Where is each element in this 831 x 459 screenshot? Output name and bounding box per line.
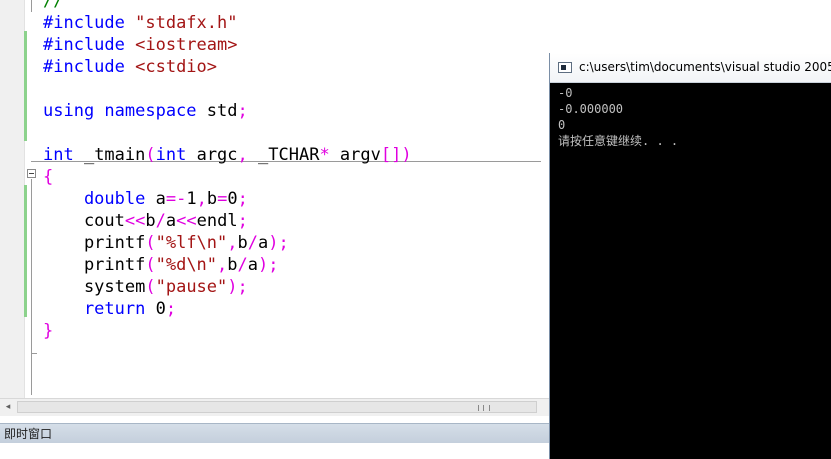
- code-token: b: [237, 233, 248, 253]
- code-token: a: [145, 189, 166, 209]
- code-token: b: [145, 211, 156, 231]
- code-line-comment[interactable]: //: [43, 0, 63, 12]
- code-token: ;: [237, 189, 248, 209]
- code-token: (: [145, 145, 156, 165]
- code-token: b: [206, 189, 218, 209]
- code-token: ;: [237, 101, 248, 121]
- code-token: /: [237, 255, 248, 275]
- code-token: #include: [43, 57, 136, 77]
- immediate-window-header[interactable]: 即时窗口: [0, 423, 551, 443]
- code-token: ,: [196, 189, 207, 209]
- code-line-printf-lf[interactable]: printf("%lf\n",b/a);: [43, 232, 289, 254]
- code-token: {: [43, 167, 54, 187]
- code-token: _tmain: [73, 145, 146, 165]
- console-line: -0: [558, 86, 573, 100]
- code-token: 1: [186, 189, 197, 209]
- console-line: 请按任意键继续. . .: [558, 134, 679, 148]
- code-token: argv: [329, 145, 381, 165]
- scroll-grip-icon[interactable]: [478, 405, 490, 411]
- code-token: ;: [237, 211, 248, 231]
- code-token: printf: [43, 233, 146, 253]
- code-token: ,: [217, 255, 228, 275]
- code-token: =-: [165, 189, 187, 209]
- code-token: int: [155, 145, 187, 165]
- outline-line: [31, 179, 32, 395]
- code-token: argc: [186, 145, 238, 165]
- code-token: #include: [43, 35, 136, 55]
- code-token: =: [217, 189, 228, 209]
- outline-tick: [31, 353, 37, 354]
- code-line-printf-d[interactable]: printf("%d\n",b/a);: [43, 254, 279, 276]
- code-token: *: [319, 145, 330, 165]
- console-window[interactable]: c:\users\tim\documents\visual studio 200…: [549, 53, 831, 459]
- code-token: #include: [43, 13, 136, 33]
- editor-gutter: [0, 0, 25, 398]
- code-token: "%d\n": [155, 255, 218, 275]
- code-token: int: [43, 145, 74, 165]
- code-token: ,: [237, 145, 248, 165]
- code-token: 0: [145, 299, 166, 319]
- code-token: a: [258, 233, 269, 253]
- code-token: double: [43, 189, 146, 209]
- console-line: -0.000000: [558, 102, 624, 116]
- code-token: (: [145, 255, 156, 275]
- code-token: /: [155, 211, 166, 231]
- code-token: a: [247, 255, 259, 275]
- code-token: using namespace: [43, 101, 207, 121]
- console-app-icon: [558, 62, 572, 73]
- code-token: "%lf\n": [155, 233, 228, 253]
- code-token: ;: [165, 299, 177, 319]
- code-token: []): [380, 145, 412, 165]
- code-token: "stdafx.h": [135, 13, 238, 33]
- code-token: return: [43, 299, 146, 319]
- code-token: <<: [176, 211, 197, 231]
- code-token: <iostream>: [135, 35, 238, 55]
- code-token: );: [258, 255, 279, 275]
- code-token: std: [206, 101, 238, 121]
- code-line-main-signature[interactable]: int _tmain(int argc, _TCHAR* argv[]): [43, 144, 412, 166]
- change-marker: [24, 185, 27, 317]
- code-line-include-stdafx[interactable]: #include "stdafx.h": [43, 12, 237, 34]
- change-marker: [24, 31, 27, 141]
- code-token: <cstdio>: [135, 57, 218, 77]
- horizontal-scrollbar[interactable]: ◂: [0, 398, 551, 416]
- scroll-track[interactable]: [17, 401, 537, 413]
- code-token: cout: [43, 211, 125, 231]
- code-token: );: [268, 233, 289, 253]
- code-line-include-cstdio[interactable]: #include <cstdio>: [43, 56, 217, 78]
- console-titlebar[interactable]: c:\users\tim\documents\visual studio 200…: [550, 53, 831, 83]
- console-line: 0: [558, 118, 566, 132]
- code-line-using-namespace[interactable]: using namespace std;: [43, 100, 248, 122]
- code-token: //: [43, 0, 64, 11]
- code-token: }: [43, 321, 54, 341]
- code-token: printf: [43, 255, 146, 275]
- code-token: (: [145, 277, 156, 297]
- code-token: (: [145, 233, 156, 253]
- code-line-open-brace[interactable]: {: [43, 166, 53, 188]
- collapse-toggle-icon[interactable]: [27, 169, 36, 178]
- code-line-close-brace[interactable]: }: [43, 320, 53, 342]
- code-line-system-pause[interactable]: system("pause");: [43, 276, 248, 298]
- immediate-window-body[interactable]: [0, 443, 551, 459]
- code-token: endl: [196, 211, 238, 231]
- outline-line: [31, 0, 32, 12]
- console-title: c:\users\tim\documents\visual studio 200…: [579, 60, 831, 74]
- code-line-cout-line[interactable]: cout<<b/a<<endl;: [43, 210, 248, 232]
- immediate-window-title: 即时窗口: [4, 427, 53, 441]
- code-token: ,: [227, 233, 238, 253]
- code-line-include-iostream[interactable]: #include <iostream>: [43, 34, 237, 56]
- code-token: system: [43, 277, 146, 297]
- code-token: <<: [124, 211, 146, 231]
- code-token: _TCHAR: [247, 145, 320, 165]
- code-line-double-decl[interactable]: double a=-1,b=0;: [43, 188, 248, 210]
- code-token: "pause": [155, 277, 228, 297]
- code-token: );: [227, 277, 248, 297]
- code-token: b: [227, 255, 238, 275]
- code-token: /: [247, 233, 259, 253]
- code-token: a: [165, 211, 177, 231]
- console-output: -0 -0.000000 0 请按任意键继续. . .: [558, 85, 828, 149]
- code-token: 0: [227, 189, 238, 209]
- scroll-left-arrow-icon[interactable]: ◂: [2, 401, 14, 413]
- code-line-return-line[interactable]: return 0;: [43, 298, 176, 320]
